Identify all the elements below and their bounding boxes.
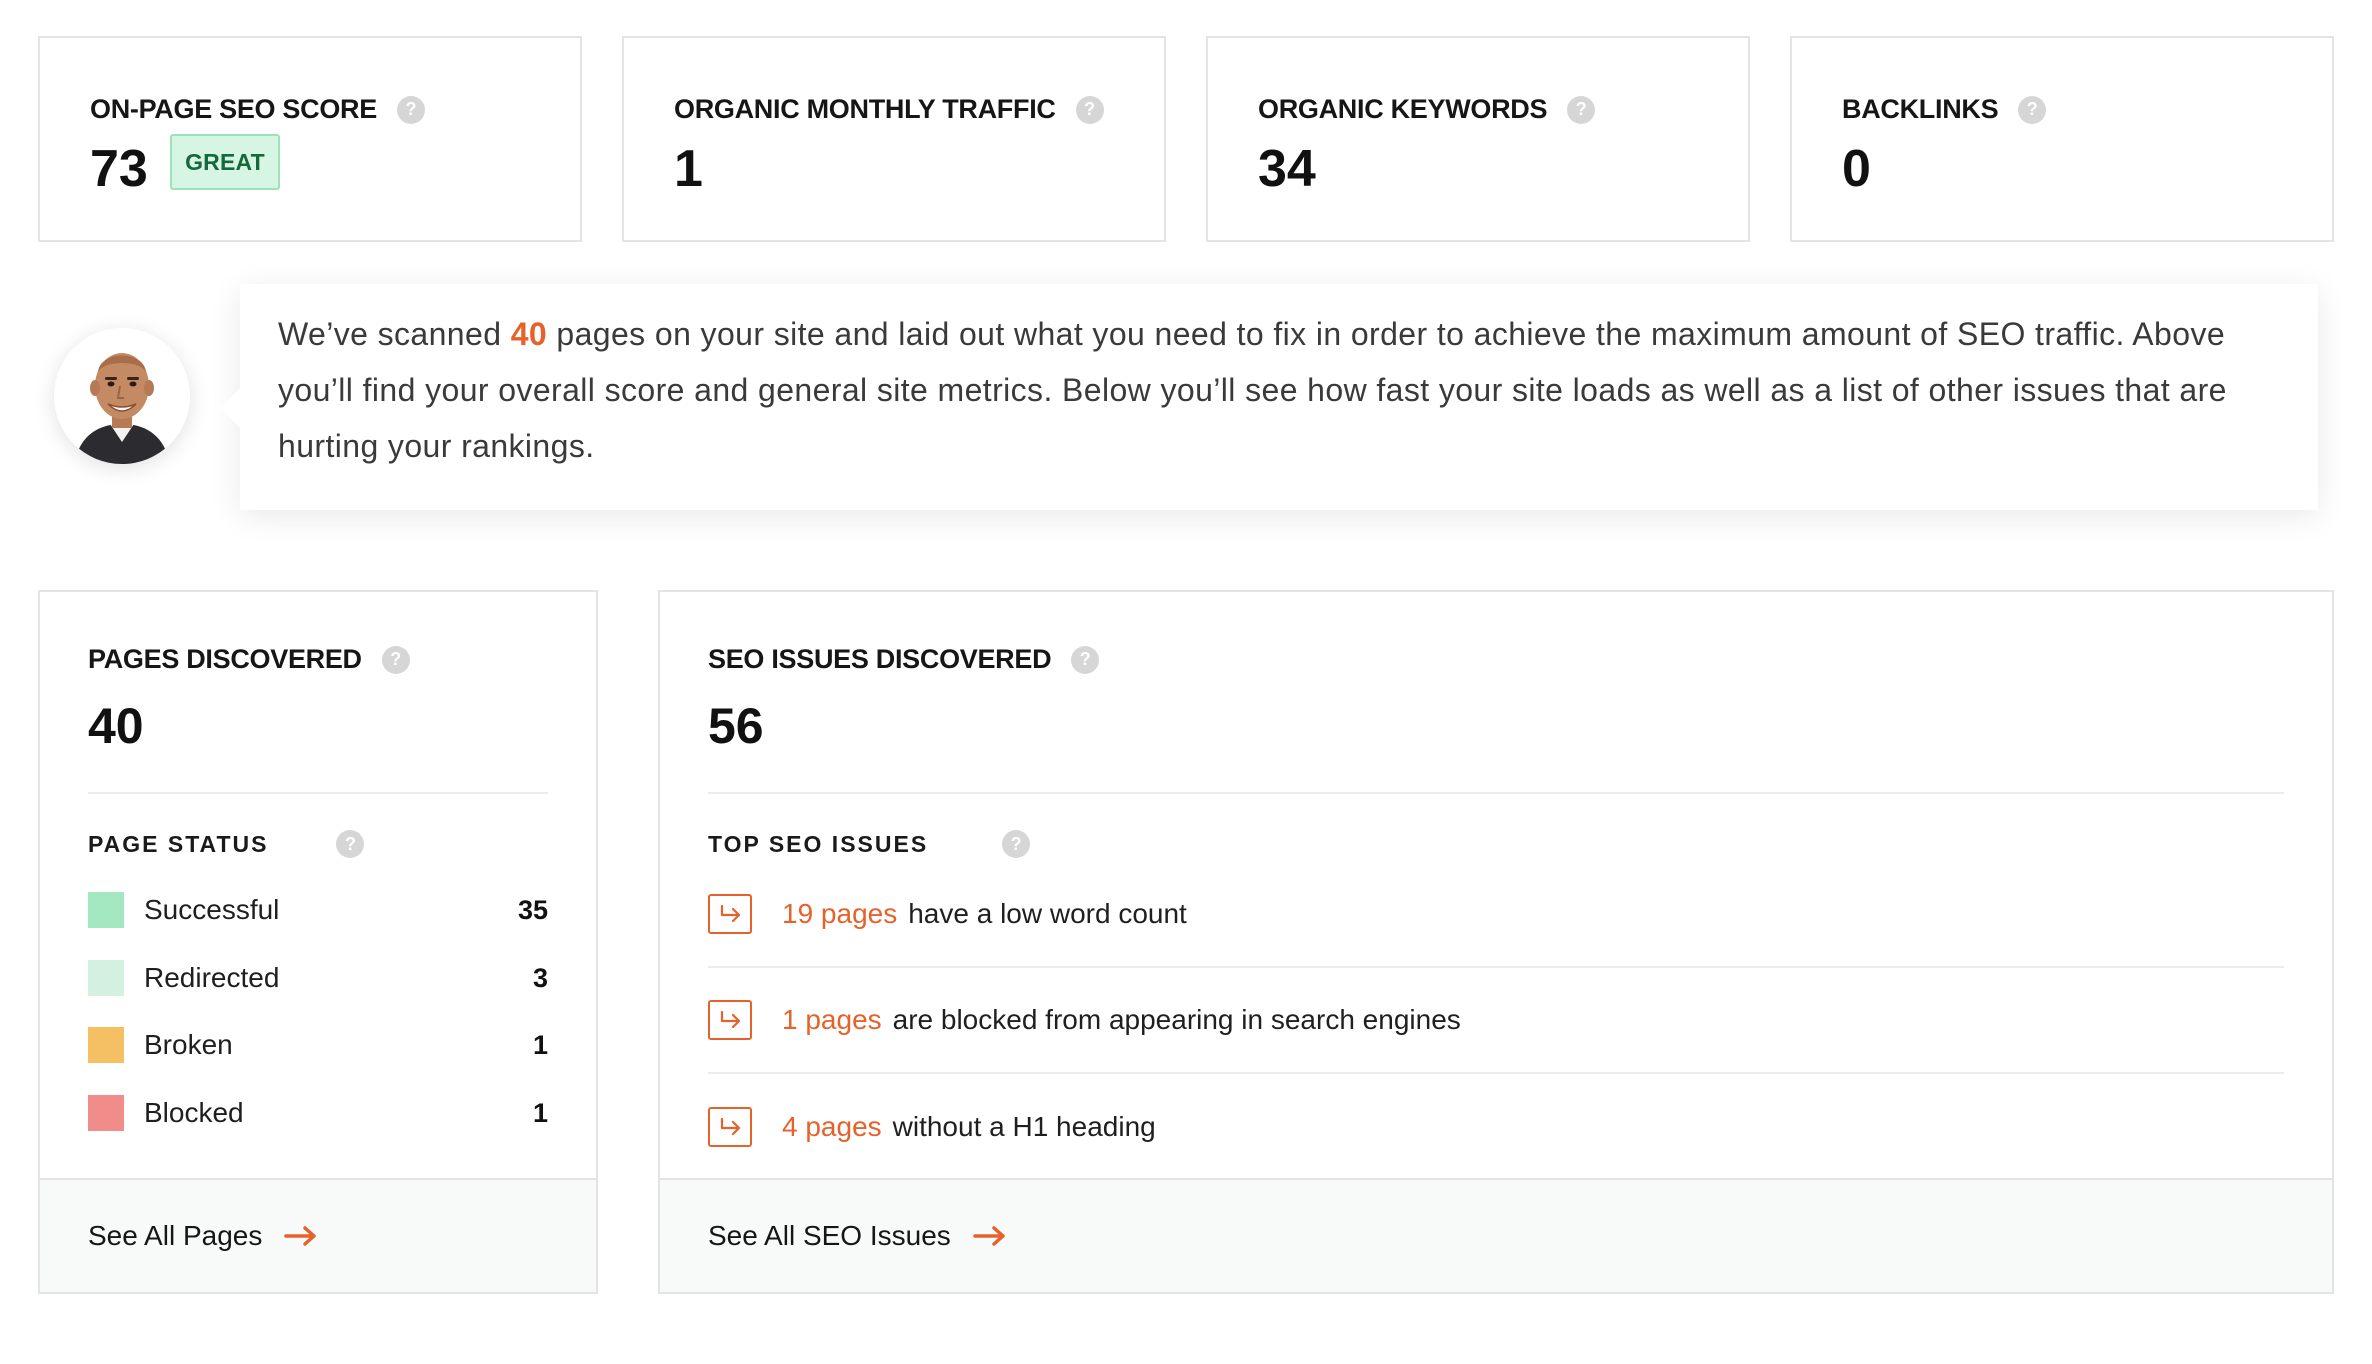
metric-title-label: ORGANIC MONTHLY TRAFFIC (674, 94, 1056, 124)
help-icon[interactable]: ? (381, 645, 410, 674)
scan-summary-text: We’ve scanned 40 pages on your site and … (278, 306, 2288, 474)
issue-row-blocked-search[interactable]: 1 pages are blocked from appearing in se… (708, 968, 2284, 1074)
metric-value: 73 (90, 140, 148, 198)
issue-pages-count[interactable]: 1 pages (782, 1004, 882, 1036)
metric-title: BACKLINKS ? (1842, 94, 2047, 125)
pages-discovered-card: PAGES DISCOVERED ? 40 PAGE STATUS ? Succ… (38, 590, 598, 1294)
metric-title-label: ORGANIC KEYWORDS (1258, 94, 1548, 124)
help-icon[interactable]: ? (336, 830, 365, 858)
help-icon[interactable]: ? (1071, 645, 1100, 674)
seo-issues-count: 56 (708, 698, 764, 754)
issue-pages-count[interactable]: 4 pages (782, 1111, 882, 1143)
status-count: 1 (532, 1029, 548, 1060)
advisor-avatar (54, 328, 190, 464)
metric-card-backlinks: BACKLINKS ? 0 (1790, 36, 2334, 242)
status-row-redirected: Redirected 3 (88, 958, 548, 998)
issue-description: are blocked from appearing in search eng… (892, 1004, 1461, 1035)
status-swatch (88, 1095, 124, 1131)
issue-row-missing-h1[interactable]: 4 pages without a H1 heading (708, 1074, 2284, 1180)
issue-description: without a H1 heading (892, 1111, 1156, 1142)
message-suffix: pages on your site and laid out what you… (278, 316, 2227, 464)
section-title: PAGES DISCOVERED ? (88, 644, 410, 675)
status-label: Broken (144, 1029, 233, 1060)
score-badge: GREAT (170, 134, 280, 190)
issue-description: have a low word count (908, 898, 1187, 929)
status-label: Redirected (144, 962, 280, 993)
metric-card-organic-traffic: ORGANIC MONTHLY TRAFFIC ? 1 (622, 36, 1166, 242)
top-seo-issues-title: TOP SEO ISSUES (708, 830, 929, 857)
metric-value: 0 (1842, 140, 1871, 198)
metric-title-label: BACKLINKS (1842, 94, 1999, 124)
seo-issues-title: SEO ISSUES DISCOVERED (708, 644, 1052, 674)
pages-discovered-title: PAGES DISCOVERED (88, 644, 362, 674)
section-title: SEO ISSUES DISCOVERED ? (708, 644, 1100, 675)
seo-issues-card: SEO ISSUES DISCOVERED ? 56 TOP SEO ISSUE… (658, 590, 2334, 1294)
metric-card-seo-score: ON-PAGE SEO SCORE ? 73 GREAT (38, 36, 582, 242)
metric-title: ON-PAGE SEO SCORE ? (90, 94, 425, 125)
issue-row-low-word-count[interactable]: 19 pages have a low word count (708, 862, 2284, 968)
redirect-arrow-icon (708, 1000, 752, 1040)
redirect-arrow-icon (708, 1107, 752, 1147)
status-row-successful: Successful 35 (88, 890, 548, 930)
metric-card-organic-keywords: ORGANIC KEYWORDS ? 34 (1206, 36, 1750, 242)
scanned-pages-count: 40 (510, 316, 548, 352)
advisor-portrait (54, 328, 190, 464)
see-all-seo-issues-label: See All SEO Issues (708, 1220, 951, 1251)
pages-discovered-count: 40 (88, 698, 144, 754)
status-label: Successful (144, 894, 280, 925)
status-row-blocked: Blocked 1 (88, 1093, 548, 1133)
status-count: 1 (532, 1097, 548, 1128)
metric-title: ORGANIC MONTHLY TRAFFIC ? (674, 94, 1104, 125)
status-swatch (88, 1027, 124, 1063)
divider (708, 792, 2284, 794)
page-status-title: PAGE STATUS (88, 830, 269, 857)
status-swatch (88, 960, 124, 996)
see-all-seo-issues-link[interactable]: See All SEO Issues (660, 1178, 2332, 1292)
metric-value: 34 (1258, 140, 1316, 198)
help-icon[interactable]: ? (1567, 95, 1596, 124)
scan-summary-message: We’ve scanned 40 pages on your site and … (220, 284, 2318, 510)
arrow-right-icon (284, 1226, 317, 1246)
status-row-broken: Broken 1 (88, 1025, 548, 1065)
arrow-right-icon (973, 1226, 1005, 1246)
status-swatch (88, 892, 124, 928)
metric-value: 1 (674, 140, 703, 198)
issue-pages-count[interactable]: 19 pages (782, 898, 897, 930)
metric-title-label: ON-PAGE SEO SCORE (90, 94, 377, 124)
see-all-pages-link[interactable]: See All Pages (40, 1178, 596, 1292)
redirect-arrow-icon (708, 894, 752, 934)
status-count: 35 (517, 894, 548, 925)
page-status-heading: PAGE STATUS ? (88, 830, 365, 858)
help-icon[interactable]: ? (1075, 95, 1104, 124)
metric-title: ORGANIC KEYWORDS ? (1258, 94, 1596, 125)
help-icon[interactable]: ? (2018, 95, 2047, 124)
see-all-pages-label: See All Pages (88, 1220, 263, 1251)
divider (88, 792, 548, 794)
status-count: 3 (532, 962, 548, 993)
status-label: Blocked (144, 1097, 244, 1128)
help-icon[interactable]: ? (396, 95, 425, 124)
top-seo-issues-heading: TOP SEO ISSUES ? (708, 830, 1031, 858)
help-icon[interactable]: ? (1002, 830, 1031, 858)
message-prefix: We’ve scanned (278, 316, 511, 352)
